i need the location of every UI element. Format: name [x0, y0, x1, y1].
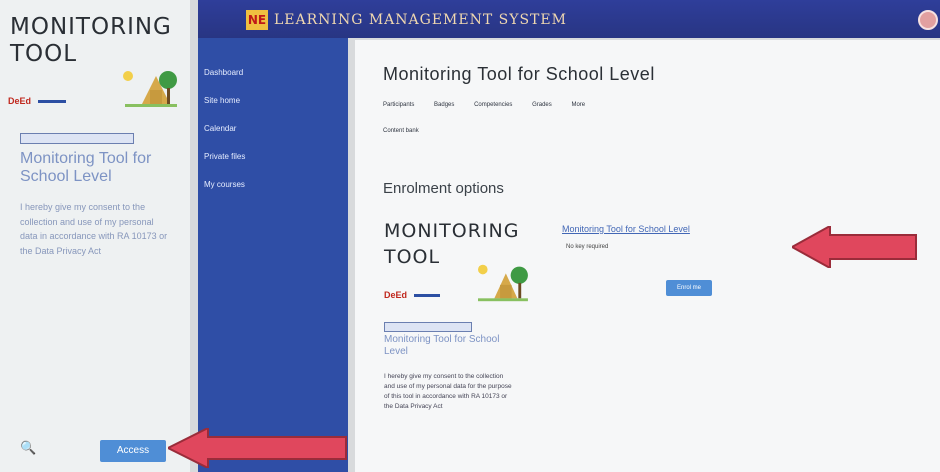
- nav-drawer: Dashboard Site home Calendar Private fil…: [198, 38, 348, 472]
- search-icon[interactable]: 🔍: [20, 440, 36, 456]
- tab-badges[interactable]: Badges: [434, 102, 454, 108]
- monitoring-tool-title: MONITORING TOOL: [10, 14, 172, 67]
- course-link[interactable]: Monitoring Tool for School Level: [20, 150, 185, 186]
- course-category-badge[interactable]: [384, 322, 472, 332]
- course-description: I hereby give my consent to the collecti…: [20, 202, 168, 256]
- school-illustration-icon: [478, 264, 528, 302]
- enrolment-note: No key required: [566, 244, 609, 250]
- enrol-me-button[interactable]: Enrol me: [666, 280, 712, 296]
- sidebar-item-my-courses[interactable]: My courses: [204, 180, 245, 189]
- sidebar-item-calendar[interactable]: Calendar: [204, 124, 236, 133]
- course-link[interactable]: Monitoring Tool for School Level: [384, 334, 514, 358]
- course-category-badge[interactable]: [20, 133, 134, 144]
- deped-logo: DeEd: [384, 290, 440, 300]
- tab-participants[interactable]: Participants: [383, 102, 414, 108]
- user-avatar[interactable]: [918, 10, 938, 30]
- tab-more[interactable]: More: [571, 102, 585, 108]
- sidebar-item-dashboard[interactable]: Dashboard: [204, 68, 243, 77]
- tab-grades[interactable]: Grades: [532, 102, 552, 108]
- deped-logo: DeEd: [8, 96, 66, 106]
- pointer-arrow-icon: [792, 226, 917, 268]
- system-title: LEARNING MANAGEMENT SYSTEM: [274, 12, 567, 28]
- left-course-panel: MONITORING TOOL DeEd Monitoring Tool for…: [0, 0, 190, 472]
- self-enrolment-link[interactable]: Monitoring Tool for School Level: [562, 224, 690, 234]
- ne-logo[interactable]: NE: [246, 10, 268, 30]
- enrolment-options-heading: Enrolment options: [383, 180, 504, 197]
- tab-content-bank[interactable]: Content bank: [383, 128, 419, 134]
- course-tabs: Participants Badges Competencies Grades …: [383, 102, 843, 108]
- page-title: Monitoring Tool for School Level: [383, 64, 655, 84]
- pointer-arrow-icon: [168, 428, 347, 468]
- school-illustration-icon: [123, 71, 177, 107]
- access-button[interactable]: Access: [100, 440, 166, 462]
- tab-competencies[interactable]: Competencies: [474, 102, 512, 108]
- sidebar-item-site-home[interactable]: Site home: [204, 96, 240, 105]
- sidebar-item-private-files[interactable]: Private files: [204, 152, 245, 161]
- course-description: I hereby give my consent to the collecti…: [384, 373, 512, 410]
